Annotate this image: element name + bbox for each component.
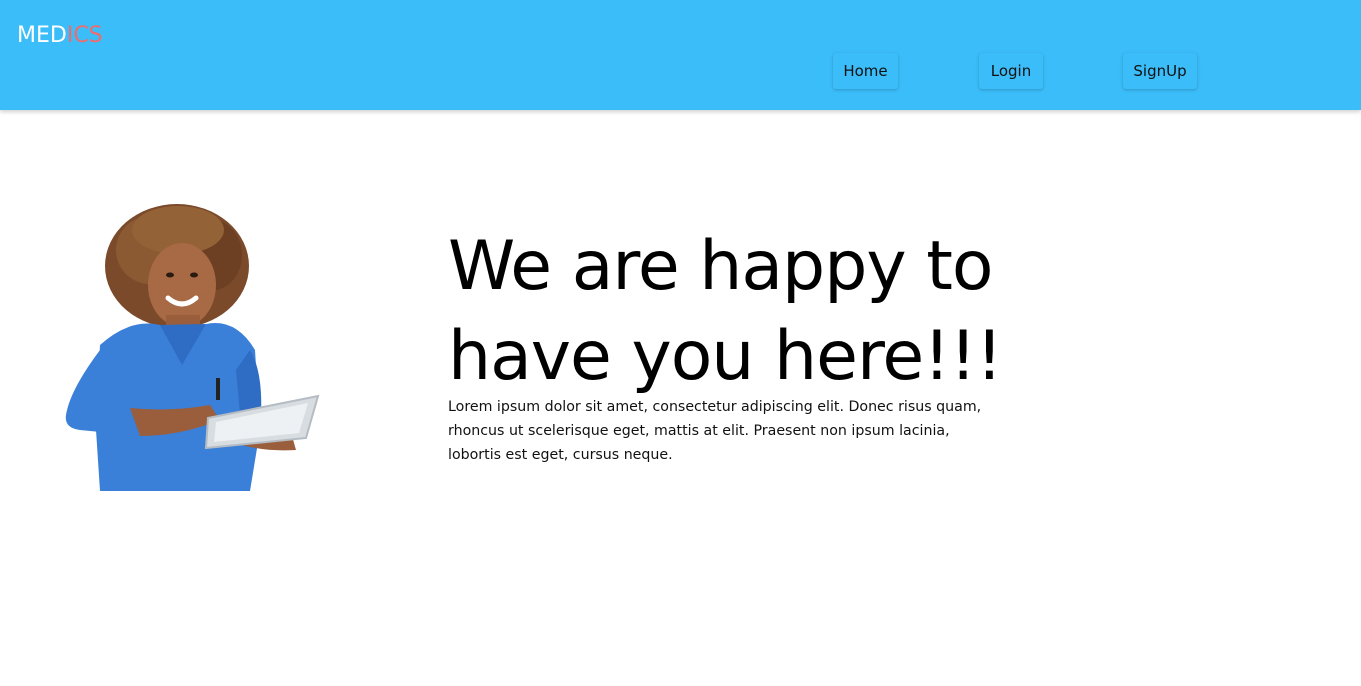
nav-signup-button[interactable]: SignUp	[1123, 53, 1197, 89]
top-navbar: MEDICS Home Login SignUp	[0, 0, 1361, 110]
logo-text-accent: ICS	[66, 23, 103, 48]
nav-login-button[interactable]: Login	[979, 53, 1043, 89]
hero-body-text: Lorem ipsum dolor sit amet, consectetur …	[448, 399, 982, 463]
hero-headline: We are happy to have you here!!!	[448, 227, 1003, 396]
nav-home-button[interactable]: Home	[833, 53, 898, 89]
brand-logo[interactable]: MEDICS	[17, 22, 103, 50]
logo-text-primary: MED	[17, 23, 67, 48]
nurse-with-tablet-photo	[65, 204, 320, 491]
